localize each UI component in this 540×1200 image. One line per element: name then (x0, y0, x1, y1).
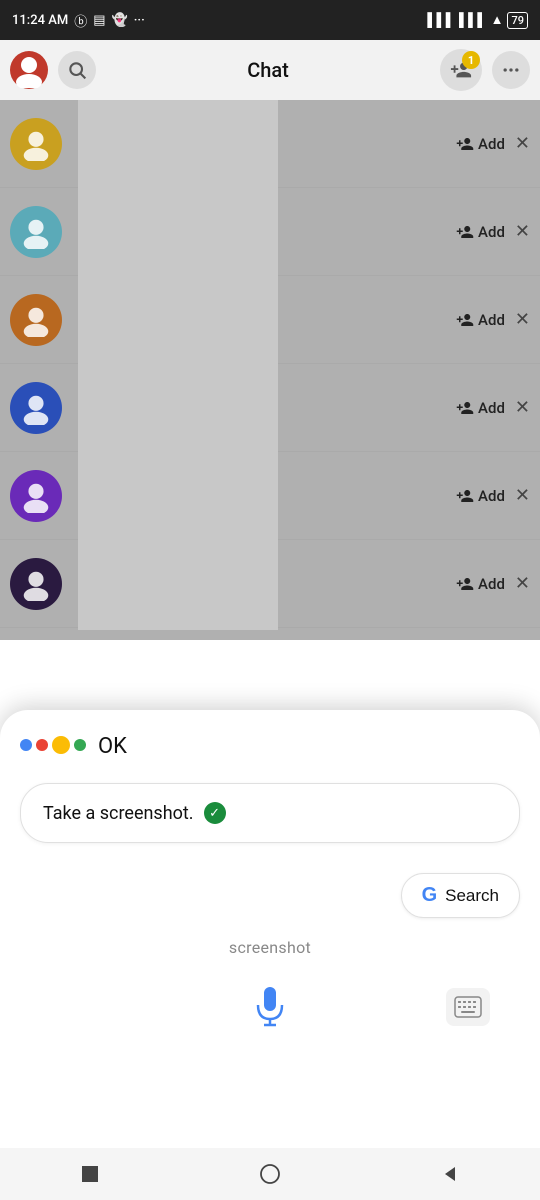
add-label: Add (478, 135, 505, 153)
chat-avatar (10, 206, 62, 258)
search-button[interactable] (58, 51, 96, 89)
more-options-button[interactable] (492, 51, 530, 89)
back-button[interactable] (432, 1156, 468, 1192)
mic-row (20, 981, 520, 1033)
add-friend-button[interactable]: Add (456, 311, 505, 329)
add-friend-button[interactable]: Add (456, 399, 505, 417)
chat-avatar (10, 382, 62, 434)
add-label: Add (478, 487, 505, 505)
add-label: Add (478, 575, 505, 593)
add-friend-button[interactable]: Add (456, 223, 505, 241)
chat-actions: Add ✕ (456, 221, 530, 242)
assistant-row: OK (20, 734, 127, 759)
green-dot (74, 739, 86, 751)
chat-actions: Add ✕ (456, 309, 530, 330)
google-dots (20, 739, 86, 754)
check-icon: ✓ (204, 802, 226, 824)
wifi-icon: ▲ (491, 12, 504, 28)
search-button[interactable]: G Search (401, 873, 520, 918)
keyboard-button[interactable] (446, 988, 490, 1026)
add-label: Add (478, 399, 505, 417)
blue-dot (20, 739, 32, 751)
remove-button[interactable]: ✕ (515, 485, 530, 506)
remove-button[interactable]: ✕ (515, 397, 530, 418)
add-label: Add (478, 223, 505, 241)
ok-label: OK (98, 734, 127, 759)
signal2-icon: ▌▌▌ (459, 12, 487, 28)
notification-icon: ⓑ (74, 11, 87, 30)
dots-icon: ··· (134, 13, 145, 28)
remove-button[interactable]: ✕ (515, 573, 530, 594)
chat-area: Add ✕ Add ✕ (0, 100, 540, 640)
status-right: ▌▌▌ ▌▌▌ ▲ 79 (427, 12, 528, 29)
chat-actions: Add ✕ (456, 397, 530, 418)
ghost-icon: 👻 (112, 13, 128, 28)
time: 11:24 AM (12, 13, 68, 28)
add-label: Add (478, 311, 505, 329)
nav-bar (0, 1148, 540, 1200)
add-friend-button[interactable]: Add (456, 135, 505, 153)
bottom-sheet: OK Take a screenshot. ✓ G Search screens… (0, 710, 540, 1200)
yellow-dot (52, 736, 70, 754)
mic-button[interactable] (244, 981, 296, 1033)
chat-actions: Add ✕ (456, 133, 530, 154)
chat-avatar (10, 118, 62, 170)
chat-actions: Add ✕ (456, 485, 530, 506)
remove-button[interactable]: ✕ (515, 309, 530, 330)
red-dot (36, 739, 48, 751)
chat-actions: Add ✕ (456, 573, 530, 594)
status-bar: 11:24 AM ⓑ ▤ 👻 ··· ▌▌▌ ▌▌▌ ▲ 79 (0, 0, 540, 40)
search-label: Search (445, 886, 499, 906)
user-avatar[interactable] (10, 51, 48, 89)
chat-avatar (10, 558, 62, 610)
stop-button[interactable] (72, 1156, 108, 1192)
add-friend-button[interactable]: Add (456, 487, 505, 505)
transcript-text: screenshot (229, 938, 311, 957)
command-bubble: Take a screenshot. ✓ (20, 783, 520, 843)
remove-button[interactable]: ✕ (515, 133, 530, 154)
chat-avatar (10, 294, 62, 346)
add-contact-button[interactable]: 1 (440, 49, 482, 91)
media-icon: ▤ (93, 13, 105, 28)
status-left: 11:24 AM ⓑ ▤ 👻 ··· (12, 11, 145, 30)
bubble-text: Take a screenshot. (43, 803, 194, 824)
content-overlay (78, 100, 278, 630)
remove-button[interactable]: ✕ (515, 221, 530, 242)
battery: 79 (507, 12, 528, 29)
chat-avatar (10, 470, 62, 522)
add-friend-button[interactable]: Add (456, 575, 505, 593)
page-title: Chat (106, 58, 430, 82)
app-header: Chat 1 (0, 40, 540, 100)
google-g-icon: G (422, 884, 438, 907)
home-button[interactable] (252, 1156, 288, 1192)
notification-badge: 1 (462, 51, 480, 69)
signal-icon: ▌▌▌ (427, 12, 455, 28)
